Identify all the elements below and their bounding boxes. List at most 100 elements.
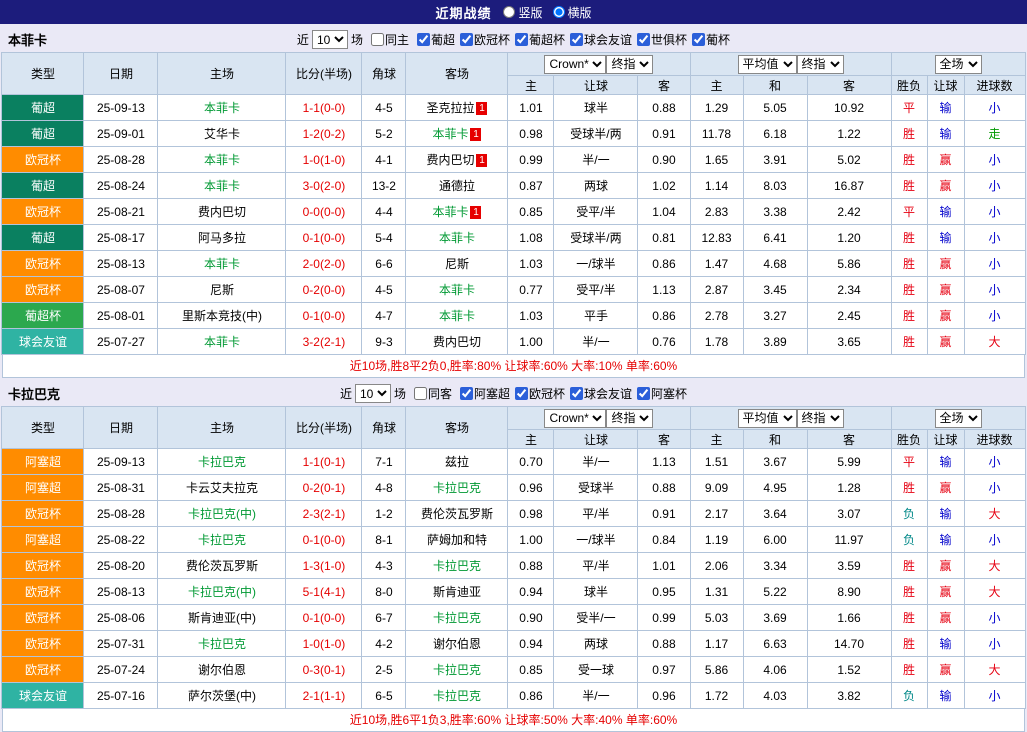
home-team[interactable]: 谢尔伯恩 — [158, 657, 286, 683]
away-team[interactable]: 卡拉巴克 — [406, 475, 508, 501]
average-select[interactable]: 平均值 — [738, 55, 797, 74]
league-filter-checkbox[interactable]: 葡超 — [417, 31, 455, 48]
match-score[interactable]: 0-2(0-1) — [286, 475, 362, 501]
same-venue-checkbox[interactable]: 同客 — [414, 385, 452, 402]
home-team-name[interactable]: 本菲卡 — [204, 179, 240, 193]
league-filter-input[interactable] — [637, 33, 650, 46]
league-filter-input[interactable] — [460, 33, 473, 46]
away-team-name[interactable]: 本菲卡 — [439, 231, 475, 245]
home-team-name[interactable]: 卡拉巴克 — [198, 533, 246, 547]
away-team-name[interactable]: 谢尔伯恩 — [433, 637, 481, 651]
home-team-name[interactable]: 费伦茨瓦罗斯 — [186, 559, 258, 573]
bookmaker-select[interactable]: Crown* — [544, 55, 606, 74]
league-filter-checkbox[interactable]: 葡超杯 — [515, 31, 565, 48]
home-team-name[interactable]: 本菲卡 — [204, 153, 240, 167]
league-filter-checkbox[interactable]: 阿塞超 — [460, 385, 510, 402]
away-team[interactable]: 斯肯迪亚 — [406, 579, 508, 605]
layout-radio-horizontal[interactable]: 横版 — [553, 4, 592, 21]
away-team-name[interactable]: 卡拉巴克 — [433, 611, 481, 625]
away-team[interactable]: 兹拉 — [406, 449, 508, 475]
match-score[interactable]: 1-3(1-0) — [286, 553, 362, 579]
away-team[interactable]: 萨姆加和特 — [406, 527, 508, 553]
bookmaker-select[interactable]: Crown* — [544, 409, 606, 428]
away-team-name[interactable]: 卡拉巴克 — [433, 481, 481, 495]
home-team-name[interactable]: 卡拉巴克(中) — [188, 507, 256, 521]
away-team[interactable]: 卡拉巴克 — [406, 605, 508, 631]
home-team[interactable]: 本菲卡 — [158, 173, 286, 199]
league-filter-checkbox[interactable]: 球会友谊 — [570, 385, 632, 402]
league-filter-input[interactable] — [515, 387, 528, 400]
away-team[interactable]: 本菲卡1 — [406, 199, 508, 225]
match-score[interactable]: 2-0(2-0) — [286, 251, 362, 277]
league-filter-checkbox[interactable]: 葡杯 — [692, 31, 730, 48]
match-score[interactable]: 0-3(0-1) — [286, 657, 362, 683]
league-filter-checkbox[interactable]: 欧冠杯 — [515, 385, 565, 402]
away-team-name[interactable]: 卡拉巴克 — [433, 689, 481, 703]
away-team[interactable]: 卡拉巴克 — [406, 553, 508, 579]
away-team-name[interactable]: 卡拉巴克 — [433, 663, 481, 677]
away-team-name[interactable]: 费内巴切 — [433, 335, 481, 349]
away-team[interactable]: 卡拉巴克 — [406, 657, 508, 683]
away-team[interactable]: 本菲卡 — [406, 277, 508, 303]
home-team-name[interactable]: 斯肯迪亚(中) — [188, 611, 256, 625]
league-filter-checkbox[interactable]: 阿塞杯 — [637, 385, 687, 402]
away-team-name[interactable]: 圣克拉拉 — [426, 101, 474, 115]
same-venue-checkbox[interactable]: 同主 — [371, 31, 409, 48]
league-filter-input[interactable] — [417, 33, 430, 46]
away-team-name[interactable]: 本菲卡 — [432, 127, 468, 141]
home-team-name[interactable]: 尼斯 — [210, 283, 234, 297]
league-filter-input[interactable] — [515, 33, 528, 46]
league-filter-input[interactable] — [692, 33, 705, 46]
league-filter-input[interactable] — [460, 387, 473, 400]
recent-count-select[interactable]: 10 — [355, 384, 391, 403]
away-team[interactable]: 卡拉巴克 — [406, 683, 508, 709]
away-team-name[interactable]: 本菲卡 — [439, 283, 475, 297]
away-team[interactable]: 费内巴切 — [406, 329, 508, 355]
away-team-name[interactable]: 费伦茨瓦罗斯 — [421, 507, 493, 521]
home-team-name[interactable]: 里斯本竞技(中) — [182, 309, 262, 323]
home-team[interactable]: 本菲卡 — [158, 95, 286, 121]
league-filter-checkbox[interactable]: 世俱杯 — [637, 31, 687, 48]
match-score[interactable]: 0-1(0-0) — [286, 605, 362, 631]
home-team-name[interactable]: 萨尔茨堡(中) — [188, 689, 256, 703]
home-team-name[interactable]: 阿马多拉 — [198, 231, 246, 245]
match-score[interactable]: 1-1(0-1) — [286, 449, 362, 475]
home-team[interactable]: 本菲卡 — [158, 251, 286, 277]
match-score[interactable]: 2-3(2-1) — [286, 501, 362, 527]
same-venue-checkbox-input[interactable] — [414, 387, 427, 400]
final-odds-select-2[interactable]: 终指 — [797, 55, 844, 74]
home-team[interactable]: 阿马多拉 — [158, 225, 286, 251]
home-team[interactable]: 里斯本竞技(中) — [158, 303, 286, 329]
match-score[interactable]: 1-1(0-0) — [286, 95, 362, 121]
home-team[interactable]: 萨尔茨堡(中) — [158, 683, 286, 709]
average-select[interactable]: 平均值 — [738, 409, 797, 428]
match-score[interactable]: 0-2(0-0) — [286, 277, 362, 303]
home-team-name[interactable]: 谢尔伯恩 — [198, 663, 246, 677]
fulltime-select[interactable]: 全场 — [935, 409, 982, 428]
away-team-name[interactable]: 费内巴切 — [426, 153, 474, 167]
match-score[interactable]: 5-1(4-1) — [286, 579, 362, 605]
league-filter-input[interactable] — [570, 33, 583, 46]
away-team[interactable]: 通德拉 — [406, 173, 508, 199]
home-team-name[interactable]: 艾华卡 — [204, 127, 240, 141]
match-score[interactable]: 1-2(0-2) — [286, 121, 362, 147]
away-team-name[interactable]: 通德拉 — [439, 179, 475, 193]
home-team[interactable]: 本菲卡 — [158, 147, 286, 173]
home-team[interactable]: 尼斯 — [158, 277, 286, 303]
home-team[interactable]: 艾华卡 — [158, 121, 286, 147]
away-team[interactable]: 圣克拉拉1 — [406, 95, 508, 121]
match-score[interactable]: 1-0(1-0) — [286, 147, 362, 173]
home-team[interactable]: 斯肯迪亚(中) — [158, 605, 286, 631]
home-team-name[interactable]: 卡拉巴克(中) — [188, 585, 256, 599]
home-team[interactable]: 本菲卡 — [158, 329, 286, 355]
match-score[interactable]: 3-2(2-1) — [286, 329, 362, 355]
away-team[interactable]: 本菲卡 — [406, 303, 508, 329]
final-odds-select-2[interactable]: 终指 — [797, 409, 844, 428]
away-team-name[interactable]: 本菲卡 — [432, 205, 468, 219]
layout-radio-vertical[interactable]: 竖版 — [503, 4, 542, 21]
layout-radio-input[interactable] — [553, 6, 565, 18]
home-team[interactable]: 卡拉巴克 — [158, 527, 286, 553]
match-score[interactable]: 0-1(0-0) — [286, 527, 362, 553]
away-team[interactable]: 费内巴切1 — [406, 147, 508, 173]
home-team[interactable]: 卡拉巴克(中) — [158, 579, 286, 605]
